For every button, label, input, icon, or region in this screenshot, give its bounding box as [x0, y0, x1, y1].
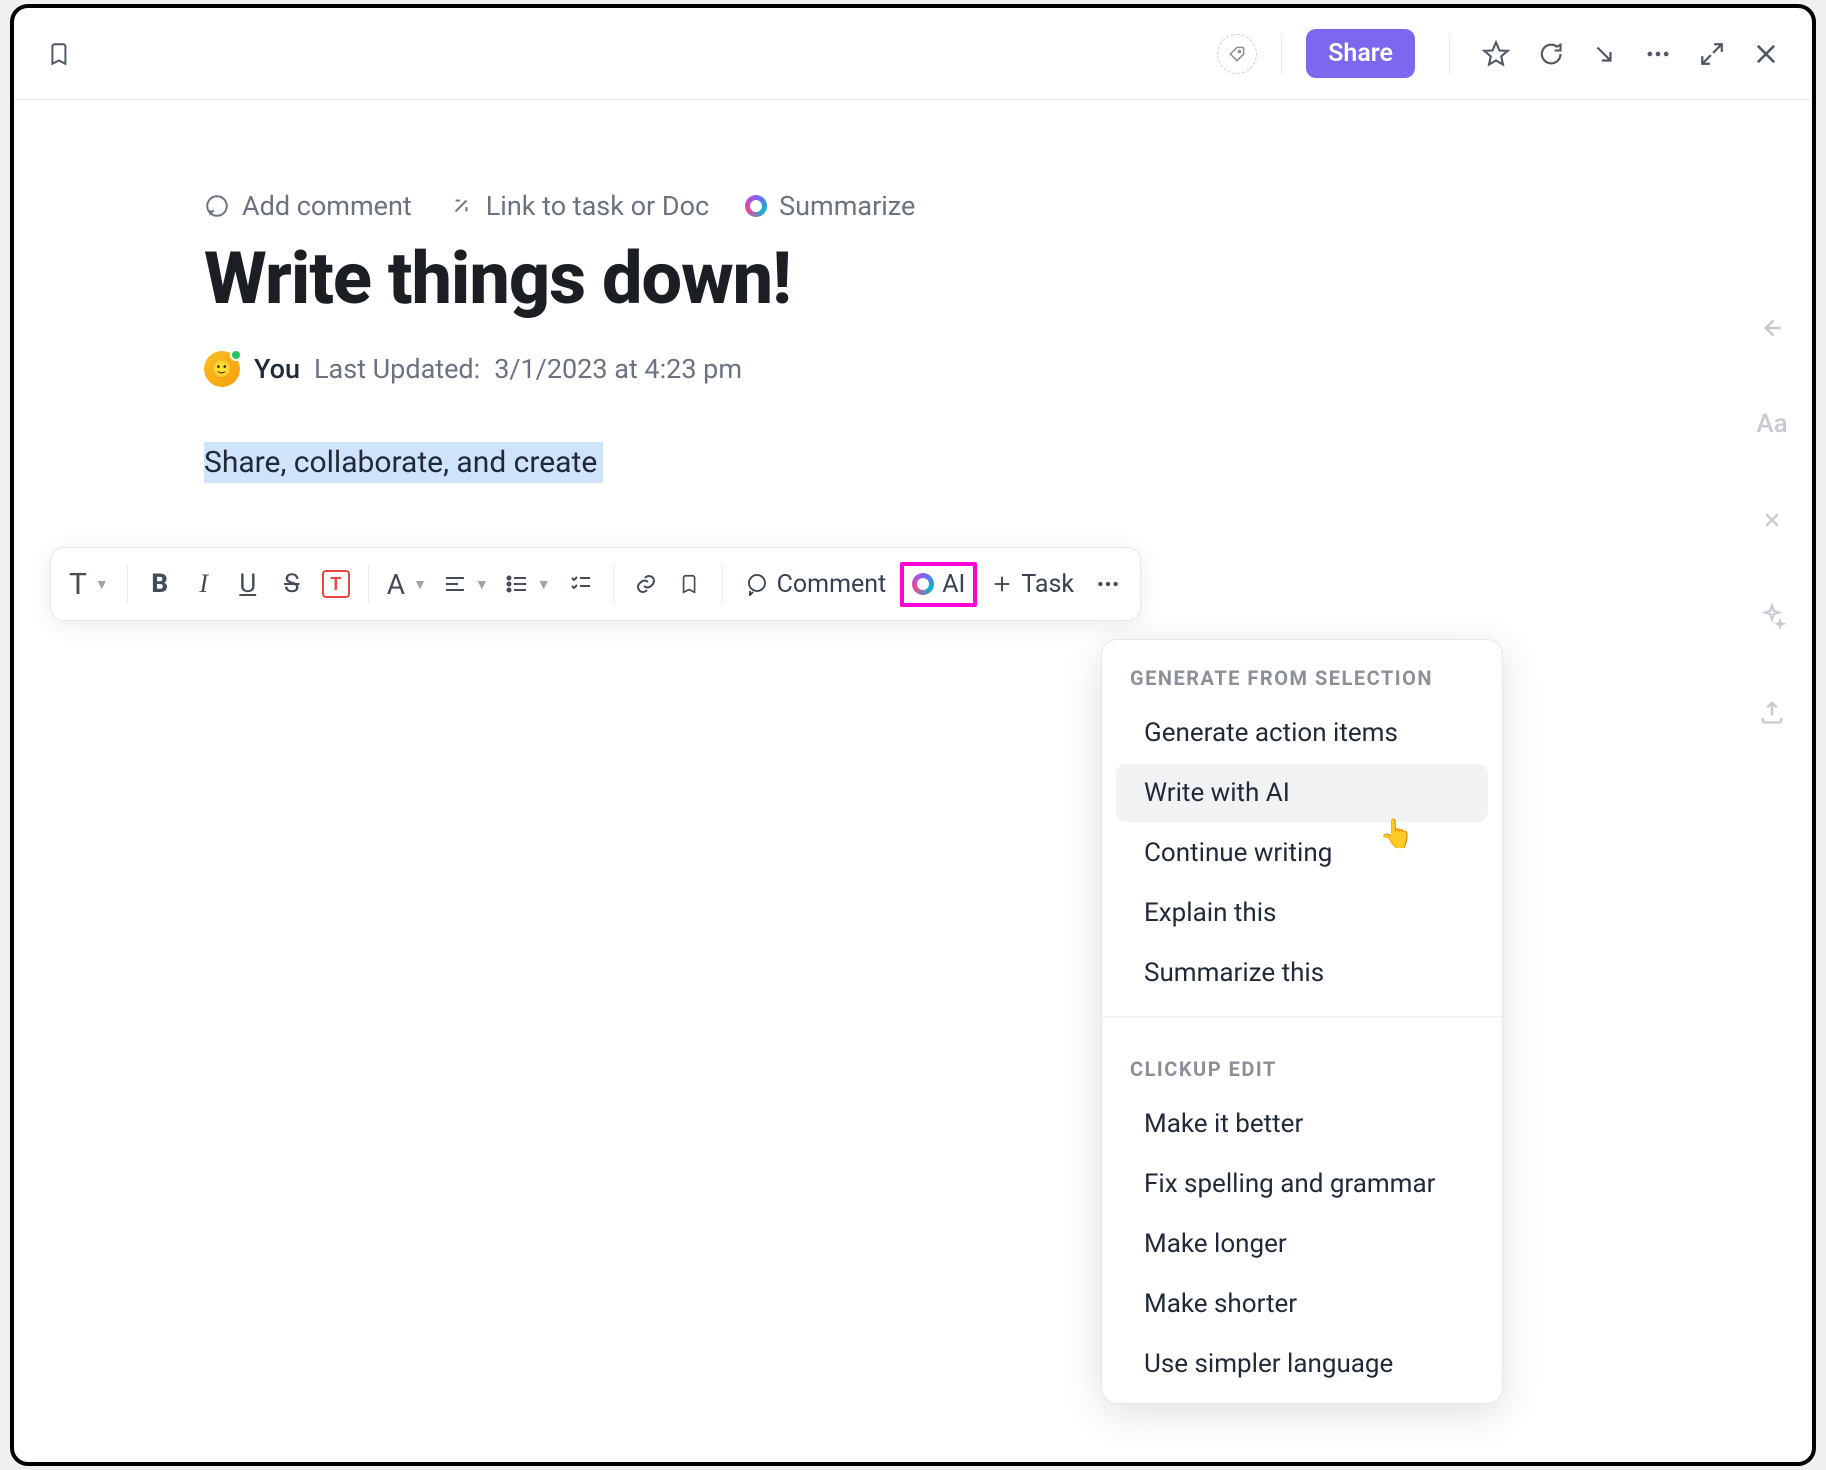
ai-menu-item-write-with-ai[interactable]: Write with AI: [1116, 764, 1488, 822]
ai-menu-item-make-shorter[interactable]: Make shorter: [1116, 1275, 1488, 1333]
comment-button[interactable]: Comment: [735, 560, 897, 608]
add-comment-label: Add comment: [242, 190, 412, 222]
align-dropdown[interactable]: ▼: [437, 560, 495, 608]
ai-menu-item-generate-action-items[interactable]: Generate action items: [1116, 704, 1488, 762]
ai-dropdown-button[interactable]: AI: [900, 562, 977, 607]
ai-icon: [912, 573, 934, 595]
ai-sparkle-icon[interactable]: [1752, 596, 1792, 636]
collapse-panel-icon[interactable]: [1752, 308, 1792, 348]
divider: [127, 564, 128, 604]
ai-menu-item-explain-this[interactable]: Explain this: [1116, 884, 1488, 942]
text-color-dropdown[interactable]: A▼: [381, 560, 433, 608]
doc-body[interactable]: Share, collaborate, and create: [204, 445, 1812, 480]
selected-text[interactable]: Share, collaborate, and create: [204, 442, 603, 483]
expand-icon[interactable]: [1690, 32, 1734, 76]
doc-bookmark-icon[interactable]: [38, 32, 82, 76]
close-icon[interactable]: [1744, 32, 1788, 76]
favorite-star-icon[interactable]: [1474, 32, 1518, 76]
ai-label: AI: [942, 570, 965, 599]
download-icon[interactable]: [1582, 32, 1626, 76]
divider: [613, 564, 614, 604]
summarize-label: Summarize: [779, 190, 915, 222]
floating-toolbar: T▼ B I U S T A▼ ▼ ▼ Comment: [50, 547, 1141, 621]
app-frame: Share Add c: [10, 4, 1816, 1466]
ai-menu-section-header: GENERATE FROM SELECTION: [1102, 640, 1502, 702]
last-updated-label: Last Updated:: [314, 353, 480, 385]
chat-icon[interactable]: [1528, 32, 1572, 76]
create-task-button[interactable]: Task: [981, 560, 1084, 608]
ai-menu-item-simpler-language[interactable]: Use simpler language: [1116, 1335, 1488, 1393]
add-comment-button[interactable]: Add comment: [204, 190, 412, 222]
ai-menu-section-header: CLICKUP EDIT: [1102, 1031, 1502, 1093]
top-bar: Share: [14, 8, 1812, 100]
share-button[interactable]: Share: [1306, 29, 1415, 78]
link-task-label: Link to task or Doc: [486, 190, 709, 222]
author-name: You: [254, 353, 300, 385]
ai-menu-item-make-longer[interactable]: Make longer: [1116, 1215, 1488, 1273]
ai-context-menu: GENERATE FROM SELECTION Generate action …: [1101, 639, 1503, 1404]
divider: [368, 564, 369, 604]
summarize-button[interactable]: Summarize: [745, 190, 915, 222]
ai-menu-item-summarize-this[interactable]: Summarize this: [1116, 944, 1488, 1002]
bold-button[interactable]: B: [140, 560, 180, 608]
bookmark-button[interactable]: [670, 560, 710, 608]
author-row: 🙂 You Last Updated: 3/1/2023 at 4:23 pm: [204, 351, 1812, 387]
add-tag-button[interactable]: [1217, 34, 1257, 74]
divider: [722, 564, 723, 604]
strikethrough-button[interactable]: S: [272, 560, 312, 608]
doc-meta-row: Add comment Link to task or Doc Summariz…: [204, 190, 1812, 222]
ai-menu-item-fix-spelling[interactable]: Fix spelling and grammar: [1116, 1155, 1488, 1213]
right-rail: Aa: [1752, 308, 1792, 732]
divider: [1102, 1016, 1502, 1017]
document-content: Add comment Link to task or Doc Summariz…: [14, 100, 1812, 480]
checklist-button[interactable]: [561, 560, 601, 608]
page-title[interactable]: Write things down!: [204, 236, 1812, 321]
ai-icon: [745, 195, 767, 217]
divider: [1449, 34, 1450, 74]
avatar[interactable]: 🙂: [204, 351, 240, 387]
link-button[interactable]: [626, 560, 666, 608]
relationships-icon[interactable]: [1752, 500, 1792, 540]
more-options-icon[interactable]: [1636, 32, 1680, 76]
task-label: Task: [1021, 570, 1074, 599]
ai-menu-item-continue-writing[interactable]: Continue writing: [1116, 824, 1488, 882]
underline-button[interactable]: U: [228, 560, 268, 608]
divider: [1281, 34, 1282, 74]
bullet-list-dropdown[interactable]: ▼: [499, 560, 557, 608]
toolbar-more-icon[interactable]: [1088, 560, 1128, 608]
ai-menu-item-make-it-better[interactable]: Make it better: [1116, 1095, 1488, 1153]
last-updated-value: 3/1/2023 at 4:23 pm: [494, 353, 742, 385]
link-task-button[interactable]: Link to task or Doc: [448, 190, 709, 222]
text-highlight-button[interactable]: T: [316, 560, 356, 608]
italic-button[interactable]: I: [184, 560, 224, 608]
typography-icon[interactable]: Aa: [1752, 404, 1792, 444]
export-icon[interactable]: [1752, 692, 1792, 732]
comment-label: Comment: [777, 570, 887, 599]
text-style-dropdown[interactable]: T▼: [63, 560, 115, 608]
